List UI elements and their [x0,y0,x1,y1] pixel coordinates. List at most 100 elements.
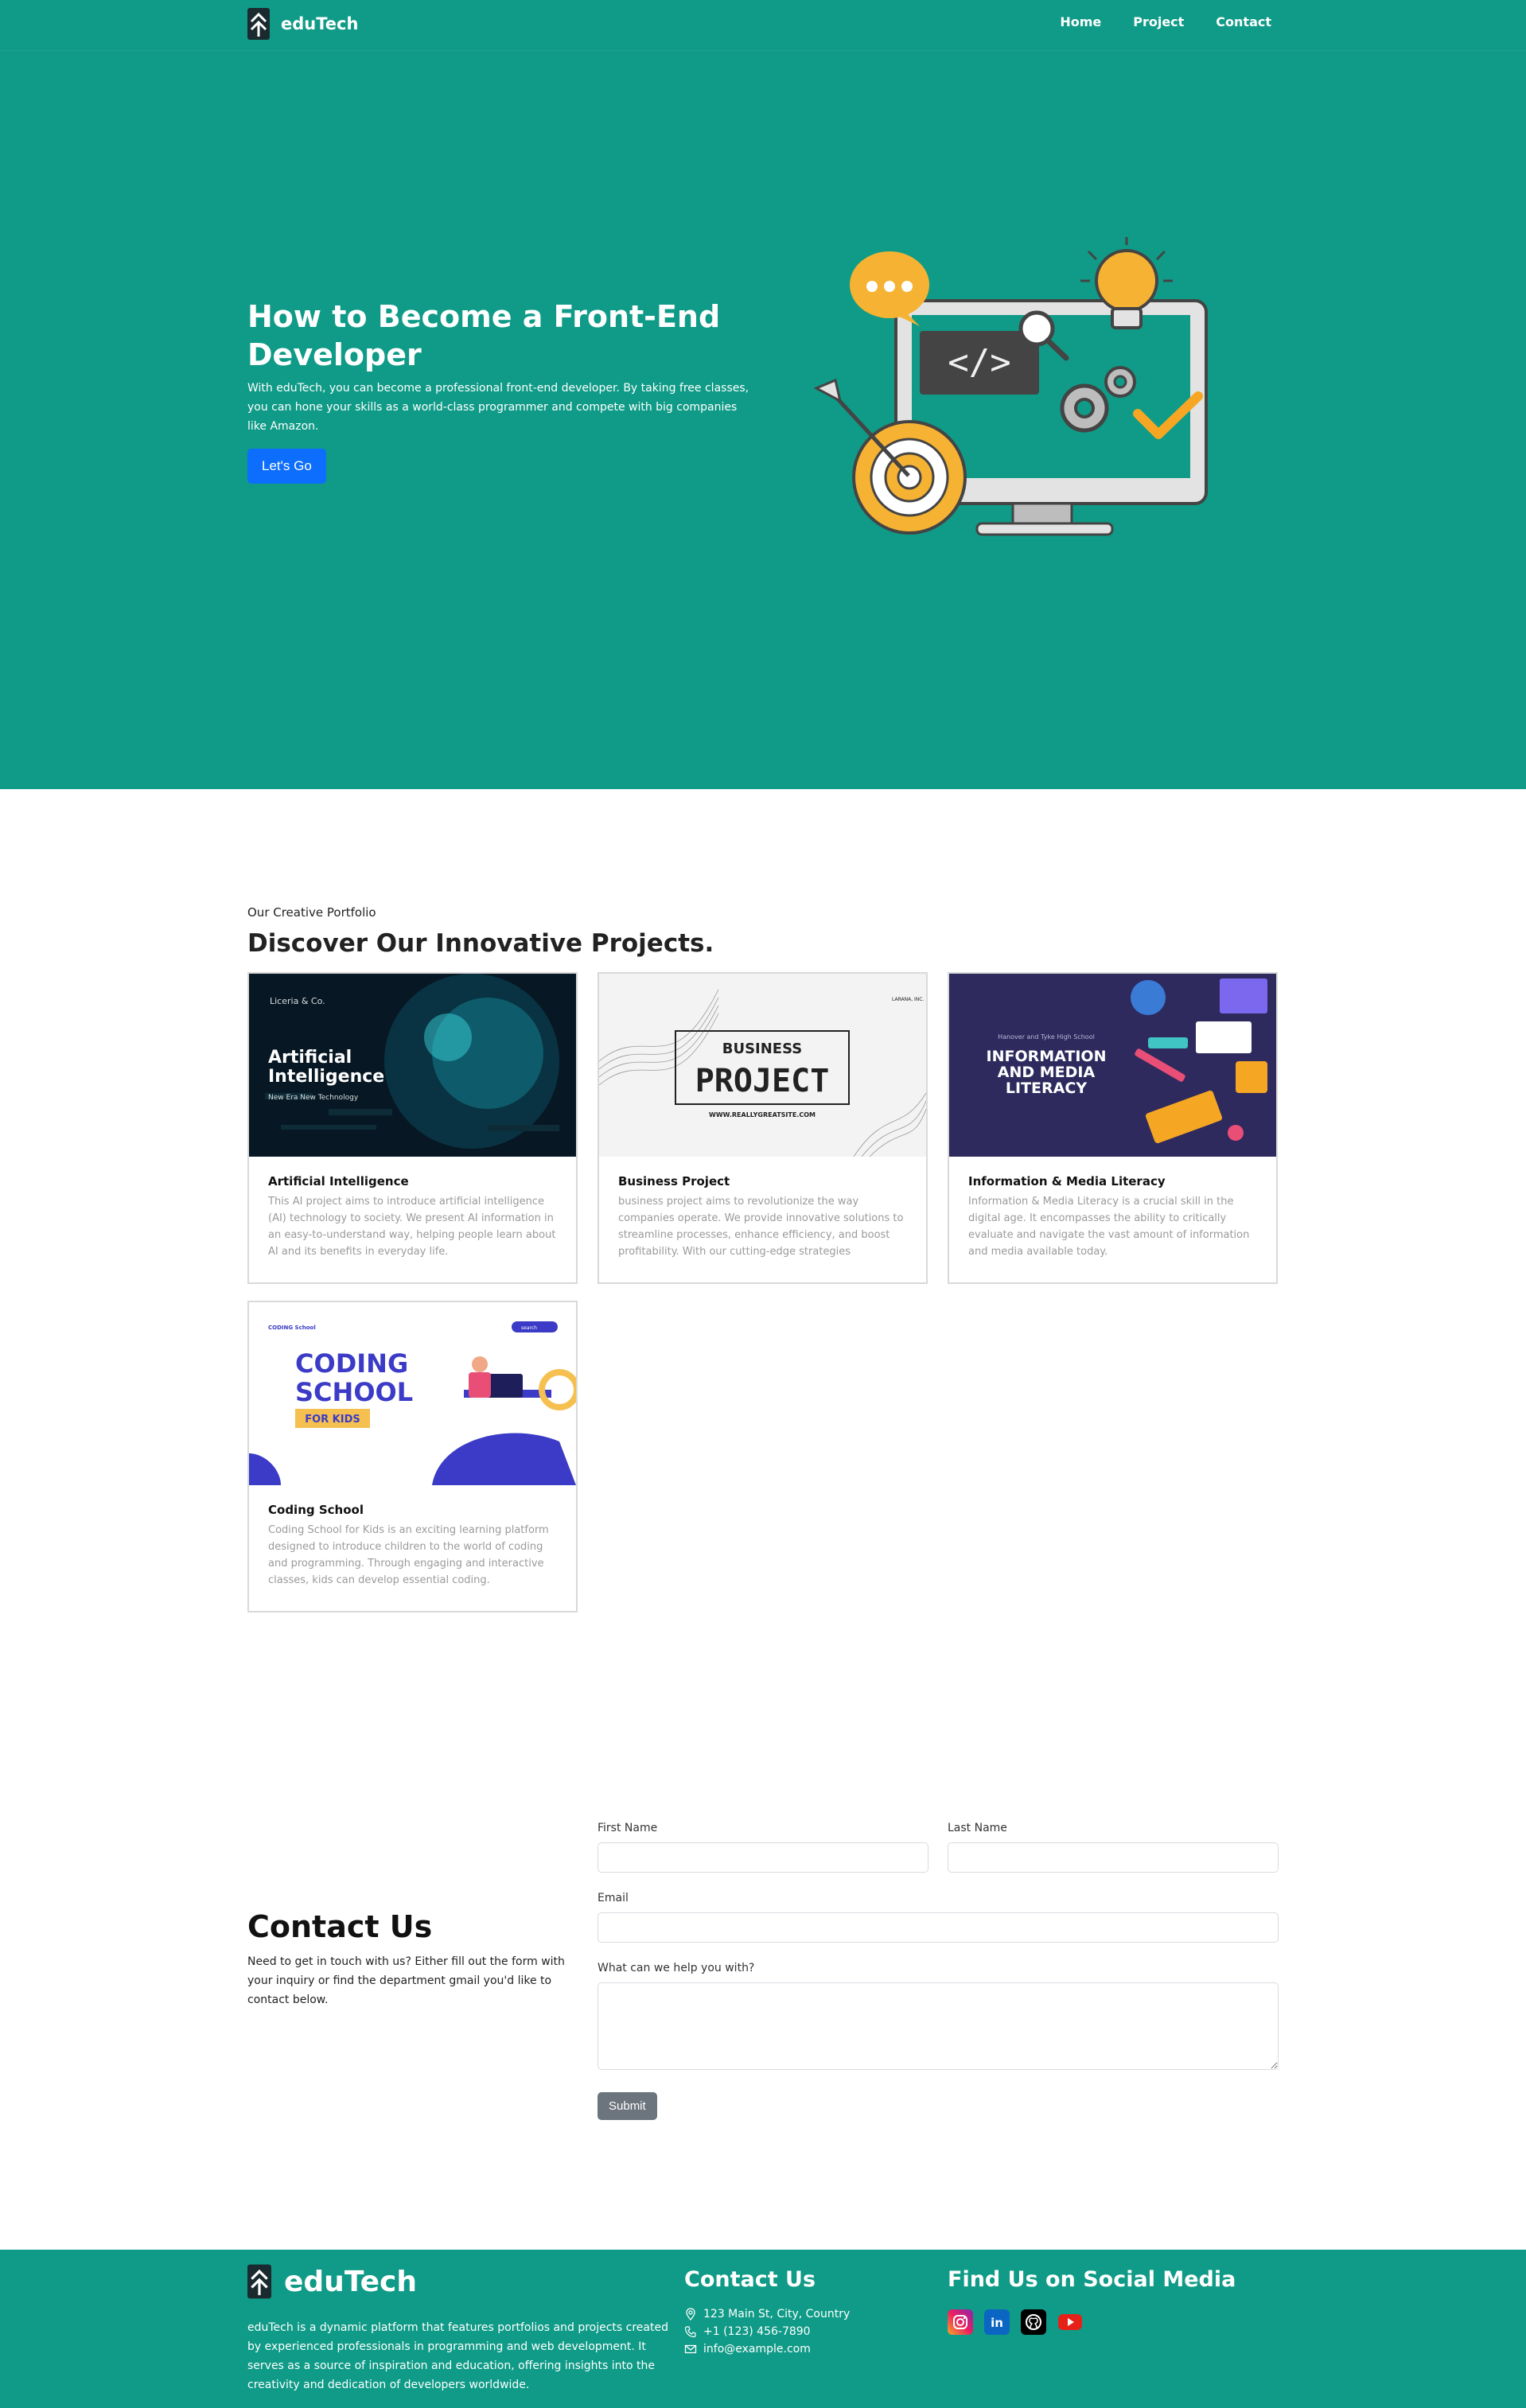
project-card-ai[interactable]: Liceria & Co. Artificial Intelligence Ne… [247,972,578,1284]
hero-text: How to Become a Front-End Developer With… [247,298,765,484]
contact-form: First Name Last Name Email What can we h… [598,1822,1279,2120]
message-textarea[interactable] [598,1982,1279,2070]
svg-text:LITERACY: LITERACY [1006,1080,1087,1097]
business-image-line2: PROJECT [695,1063,830,1099]
brand-name: eduTech [281,14,359,33]
submit-button[interactable]: Submit [598,2092,657,2120]
svg-text:CODING: CODING [295,1348,408,1379]
hero-section: How to Become a Front-End Developer With… [0,0,1526,789]
media-image-school: Hanover and Tyke High School [998,1033,1095,1041]
message-label: What can we help you with? [598,1962,755,1974]
business-artwork: LARANA, INC. BUSINESS PROJECT WWW.REALLY… [599,974,926,1157]
name-row: First Name Last Name [598,1822,1279,1873]
card-body: Information & Media Literacy Information… [949,1157,1276,1278]
card-body: Coding School Coding School for Kids is … [249,1485,576,1606]
media-artwork: Hanover and Tyke High School INFORMATION… [949,974,1276,1157]
instagram-icon[interactable] [948,2309,973,2335]
svg-text:AND MEDIA: AND MEDIA [998,1064,1096,1081]
phone-icon [684,2326,696,2338]
card-title: Business Project [618,1174,730,1188]
footer-email: info@example.com [684,2343,923,2355]
edutech-logo-icon [247,8,270,40]
footer-brand-name: eduTech [284,2265,417,2298]
footer-email-text[interactable]: info@example.com [703,2343,811,2355]
footer-phone: +1 (123) 456-7890 [684,2325,923,2338]
developer-illustration: </> [813,237,1208,536]
envelope-icon [684,2344,697,2354]
contact-description: Need to get in touch with us? Either fil… [247,1955,565,2006]
nav-home[interactable]: Home [1060,14,1101,29]
card-text: This AI project aims to introduce artifi… [268,1196,556,1258]
ai-image-brand: Liceria & Co. [270,996,325,1006]
contact-title: Contact Us [247,1909,433,1944]
message-group: What can we help you with? [598,1962,1279,2073]
project-card-coding-school[interactable]: CODING School search CODING SCHOOL FOR K… [247,1301,578,1612]
coding-image-brand: CODING School [268,1325,316,1331]
portfolio-section: Our Creative Portfolio Discover Our Inno… [247,905,1279,1612]
social-icons: in [948,2309,1282,2335]
location-pin-icon [686,2308,695,2320]
last-name-input[interactable] [948,1842,1279,1873]
project-card-media-literacy[interactable]: Hanover and Tyke High School INFORMATION… [948,972,1278,1284]
footer-address-text: 123 Main St, City, Country [703,2308,851,2320]
business-image-line1: BUSINESS [722,1041,802,1057]
footer-contact: Contact Us 123 Main St, City, Country +1… [684,2267,923,2355]
portfolio-title: Discover Our Innovative Projects. [247,929,714,958]
youtube-icon[interactable] [1057,2309,1083,2335]
footer-social: Find Us on Social Media in [948,2267,1282,2335]
coding-artwork: CODING School search CODING SCHOOL FOR K… [249,1302,576,1485]
hero-description: With eduTech, you can become a professio… [247,382,749,433]
ai-card-image: Liceria & Co. Artificial Intelligence Ne… [249,974,576,1157]
footer-about: eduTech is a dynamic platform that featu… [247,2321,668,2391]
github-icon[interactable] [1021,2309,1046,2335]
business-image-url: WWW.REALLYGREATSITE.COM [709,1111,816,1118]
card-title: Information & Media Literacy [968,1174,1166,1188]
business-card-image: LARANA, INC. BUSINESS PROJECT WWW.REALLY… [599,974,926,1157]
project-card-business[interactable]: LARANA, INC. BUSINESS PROJECT WWW.REALLY… [598,972,928,1284]
svg-text:</>: </> [948,342,1010,383]
nav-links: Home Project Contact [1060,14,1271,29]
hero-title: How to Become a Front-End Developer [247,299,721,372]
footer-address: 123 Main St, City, Country [684,2308,923,2320]
nav-project[interactable]: Project [1133,14,1184,29]
coding-image-badge: FOR KIDS [305,1414,360,1426]
card-body: Business Project business project aims t… [599,1157,926,1278]
last-name-label: Last Name [948,1822,1007,1834]
email-label: Email [598,1892,629,1904]
email-input[interactable] [598,1912,1279,1943]
first-name-input[interactable] [598,1842,928,1873]
coding-image-search: search [521,1325,537,1331]
svg-text:Intelligence: Intelligence [268,1067,384,1087]
footer-social-title: Find Us on Social Media [948,2267,1236,2292]
svg-text:INFORMATION: INFORMATION [987,1048,1107,1065]
edutech-logo-icon [247,2264,271,2299]
media-card-image: Hanover and Tyke High School INFORMATION… [949,974,1276,1157]
nav-contact[interactable]: Contact [1216,14,1271,29]
linkedin-icon[interactable]: in [984,2309,1010,2335]
footer-contact-title: Contact Us [684,2267,816,2292]
footer: eduTech eduTech is a dynamic platform th… [0,2250,1526,2408]
card-text: Information & Media Literacy is a crucia… [968,1196,1250,1258]
card-body: Artificial Intelligence This AI project … [249,1157,576,1278]
card-text: business project aims to revolutionize t… [618,1196,904,1258]
ai-artwork: Liceria & Co. Artificial Intelligence Ne… [249,974,576,1157]
ai-image-sub: New Era New Technology [268,1094,359,1102]
contact-intro: Contact Us Need to get in touch with us?… [247,1909,566,2009]
svg-text:in: in [991,2316,1003,2330]
brand[interactable]: eduTech [247,8,358,40]
card-title: Coding School [268,1503,364,1517]
first-name-label: First Name [598,1822,658,1834]
business-image-brand: LARANA, INC. [892,997,924,1002]
portfolio-eyebrow: Our Creative Portfolio [247,905,376,920]
navbar: eduTech Home Project Contact [0,0,1526,51]
svg-text:Artificial: Artificial [268,1048,352,1068]
email-group: Email [598,1892,1279,1943]
last-name-group: Last Name [948,1822,1279,1873]
project-cards: Liceria & Co. Artificial Intelligence Ne… [247,972,1279,1612]
lets-go-button[interactable]: Let's Go [247,449,326,484]
card-title: Artificial Intelligence [268,1174,409,1188]
first-name-group: First Name [598,1822,928,1873]
coding-card-image: CODING School search CODING SCHOOL FOR K… [249,1302,576,1485]
footer-brand[interactable]: eduTech [247,2264,417,2299]
svg-text:SCHOOL: SCHOOL [295,1377,413,1407]
